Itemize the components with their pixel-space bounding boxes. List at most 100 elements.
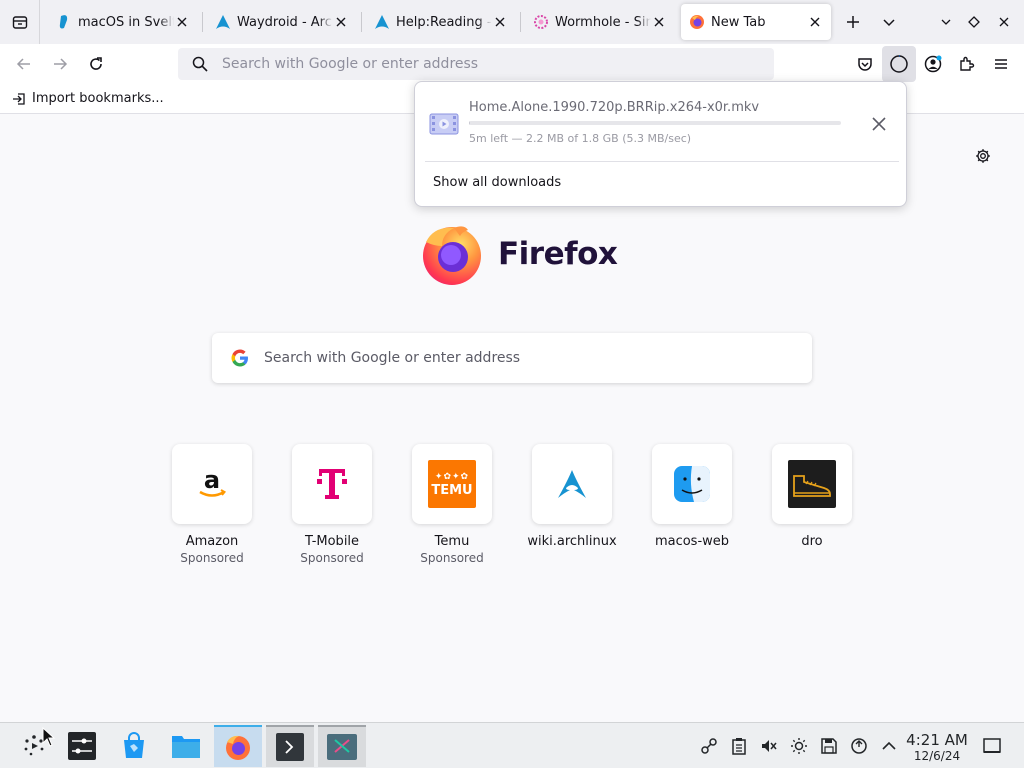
back-button[interactable]: [6, 46, 42, 82]
shopping-bag-icon: [124, 732, 144, 758]
arch-icon: [374, 14, 390, 30]
close-window-button[interactable]: [988, 4, 1020, 40]
newtab-search-input[interactable]: [264, 350, 784, 366]
video-file-icon: [429, 112, 459, 140]
taskbar: 4:21 AM 12/6/24: [0, 722, 1024, 768]
account-button[interactable]: [916, 46, 950, 82]
taskbar-discover[interactable]: [110, 725, 158, 767]
volume-muted-icon[interactable]: [758, 735, 780, 757]
chevron-down-icon: [883, 19, 895, 27]
brightness-icon[interactable]: [788, 735, 810, 757]
clipboard-icon[interactable]: [728, 735, 750, 757]
tmobile-icon: [292, 444, 372, 524]
tab-wormhole[interactable]: Wormhole - Simple: [525, 4, 675, 40]
close-tab-icon[interactable]: [174, 14, 190, 30]
arrow-right-icon: [54, 58, 68, 70]
forward-button[interactable]: [42, 46, 78, 82]
update-notifier-icon[interactable]: [848, 735, 870, 757]
digital-clock[interactable]: 4:21 AM 12/6/24: [902, 732, 972, 764]
newtab-search-box[interactable]: [212, 333, 812, 383]
download-progress-bar: [469, 121, 841, 125]
minimize-button[interactable]: [932, 4, 960, 40]
download-status: 5m left — 2.2 MB of 1.8 GB (5.3 MB/sec): [469, 132, 692, 145]
navigation-toolbar: [0, 44, 1024, 84]
pocket-button[interactable]: [848, 46, 882, 82]
top-site-tile[interactable]: dro: [772, 444, 852, 565]
url-bar[interactable]: [178, 48, 774, 80]
pocket-icon: [858, 58, 872, 71]
tab-separator: [202, 12, 203, 32]
finder-icon: [652, 444, 732, 524]
taskbar-terminal[interactable]: [266, 725, 314, 767]
wormhole-icon: [533, 14, 549, 30]
close-tab-icon[interactable]: [492, 14, 508, 30]
folder-icon: [172, 736, 200, 758]
account-icon: [924, 55, 942, 73]
close-tab-icon[interactable]: [651, 14, 667, 30]
mouse-cursor: [42, 726, 56, 751]
download-progress-icon: [890, 54, 908, 73]
tab-title: New Tab: [711, 14, 766, 30]
sponsored-label: Sponsored: [180, 551, 244, 565]
tab-new-tab[interactable]: New Tab: [681, 4, 831, 40]
top-site-tile[interactable]: macos-web: [652, 444, 732, 565]
firefox-logo: Firefox: [420, 222, 618, 286]
chevron-up-icon[interactable]: [878, 735, 900, 757]
app-menu-button[interactable]: [984, 46, 1018, 82]
tab-waydroid[interactable]: Waydroid - ArchWiki: [207, 4, 357, 40]
maximize-button[interactable]: [960, 4, 988, 40]
top-site-tile[interactable]: a Amazon Sponsored: [172, 444, 252, 565]
disk-icon[interactable]: [818, 735, 840, 757]
list-all-tabs-button[interactable]: [871, 4, 907, 40]
show-desktop-button[interactable]: [982, 736, 1002, 756]
close-tab-icon[interactable]: [333, 14, 349, 30]
download-item[interactable]: Home.Alone.1990.720p.BRRip.x264-x0r.mkv …: [425, 92, 899, 158]
show-desktop-icon: [983, 738, 1001, 753]
close-icon: [872, 117, 886, 131]
tile-label: Temu: [434, 534, 470, 549]
svg-text:a: a: [204, 466, 220, 494]
tile-label: wiki.archlinux: [527, 534, 617, 549]
tile-label: Amazon: [185, 534, 239, 549]
cancel-download-button[interactable]: [867, 112, 891, 136]
import-bookmarks-button[interactable]: Import bookmarks...: [12, 91, 164, 106]
tab-separator: [361, 12, 362, 32]
import-icon: [13, 92, 25, 105]
downloads-button[interactable]: [882, 46, 916, 82]
taskbar-firefox[interactable]: [214, 725, 262, 767]
extensions-button[interactable]: [950, 46, 984, 82]
firefox-wordmark: Firefox: [498, 236, 618, 272]
firefox-view-button[interactable]: [0, 0, 40, 44]
new-tab-button[interactable]: [835, 4, 871, 40]
tab-title: Wormhole - Simple: [555, 14, 651, 30]
amazon-icon: a: [172, 444, 252, 524]
url-input[interactable]: [222, 56, 742, 72]
tab-macos-svelte[interactable]: macOS in Svelte: [48, 4, 198, 40]
kdeconnect-icon[interactable]: [698, 735, 720, 757]
top-site-tile[interactable]: wiki.archlinux: [527, 444, 617, 565]
hamburger-menu-icon: [995, 59, 1007, 69]
taskbar-file-manager[interactable]: [162, 725, 210, 767]
top-site-tile[interactable]: ✦✿✦✿ TEMU Temu Sponsored: [412, 444, 492, 565]
taskbar-waydroid[interactable]: [318, 725, 366, 767]
tab-title: Waydroid - ArchWiki: [237, 14, 333, 30]
customize-newtab-button[interactable]: [971, 144, 995, 168]
puzzle-icon: [960, 56, 975, 71]
arch-icon: [215, 14, 231, 30]
tab-strip: macOS in Svelte Waydroid - ArchWiki Help…: [0, 0, 1024, 44]
taskbar-system-settings[interactable]: [58, 725, 106, 767]
chevron-down-icon: [941, 19, 951, 25]
diamond-icon: [968, 16, 980, 28]
import-bookmarks-label: Import bookmarks...: [32, 91, 164, 106]
show-all-downloads-button[interactable]: Show all downloads: [433, 175, 561, 190]
tab-title: Help:Reading - ArchWiki: [396, 14, 492, 30]
terminal-icon: [276, 733, 304, 761]
waydroid-icon: [327, 734, 357, 760]
close-tab-icon[interactable]: [807, 14, 823, 30]
clock-date: 12/6/24: [913, 749, 961, 763]
top-site-tile[interactable]: T-Mobile Sponsored: [292, 444, 372, 565]
tab-help-reading[interactable]: Help:Reading - ArchWiki: [366, 4, 516, 40]
downloads-panel: Home.Alone.1990.720p.BRRip.x264-x0r.mkv …: [414, 81, 907, 207]
reload-button[interactable]: [78, 46, 114, 82]
divider: [425, 161, 899, 162]
